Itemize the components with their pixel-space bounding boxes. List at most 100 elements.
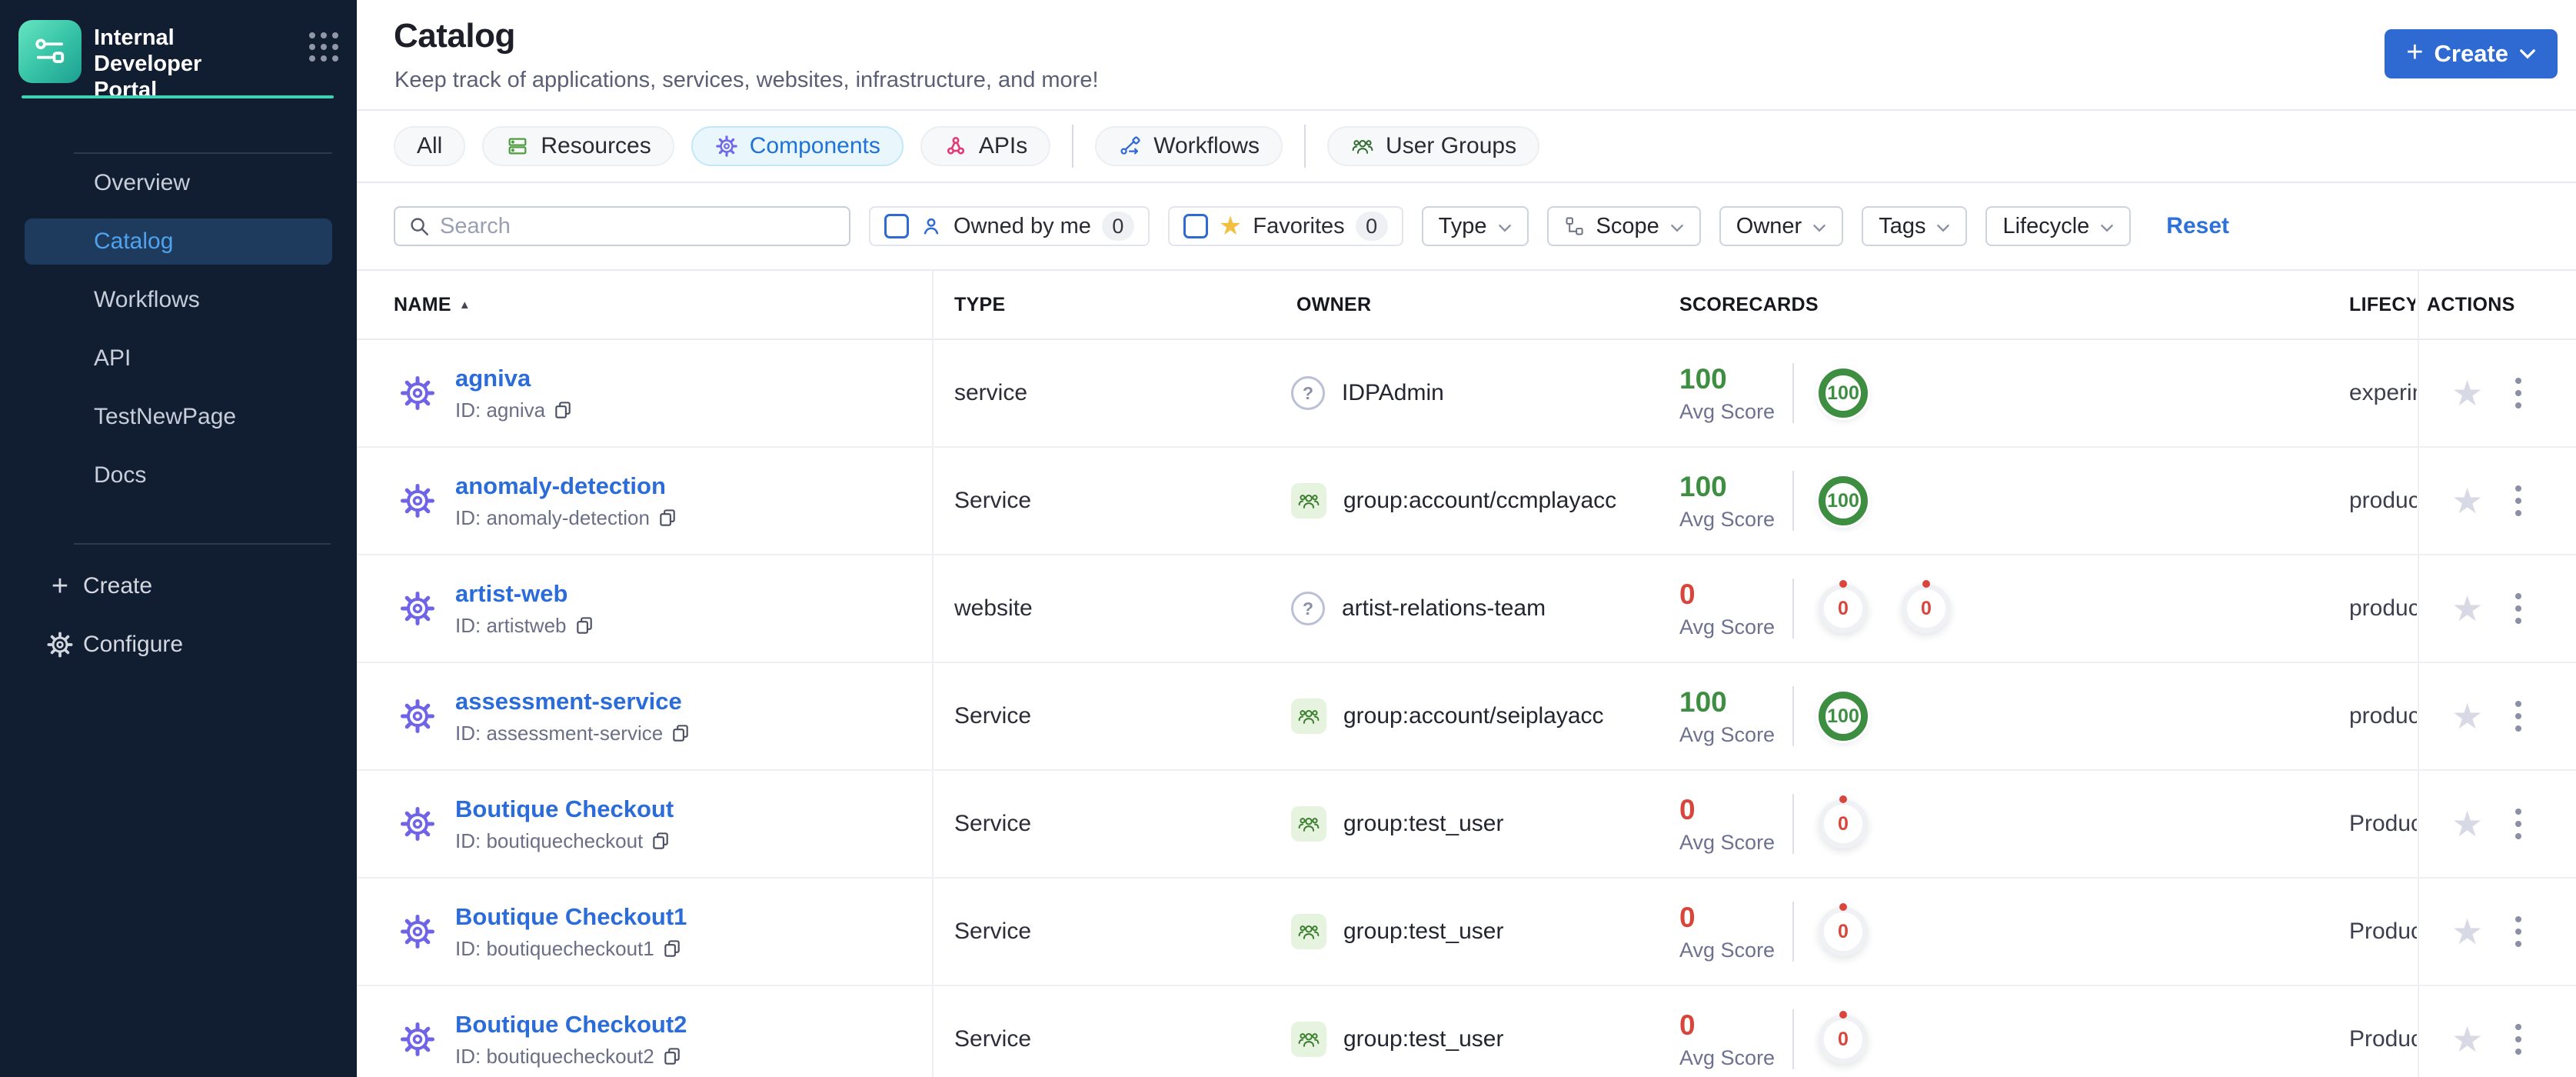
copy-id-icon[interactable] [657, 508, 678, 528]
copy-id-icon[interactable] [662, 939, 683, 959]
copy-id-icon[interactable] [662, 1046, 683, 1067]
tab-resources[interactable]: Resources [482, 126, 674, 166]
filter-label: Type [1438, 213, 1487, 238]
filter-lifecycle[interactable]: Lifecycle [1985, 206, 2132, 246]
page-subtitle: Keep track of applications, services, we… [394, 68, 1099, 92]
group-icon [1291, 1022, 1326, 1057]
favorite-star-icon[interactable]: ★ [2451, 1022, 2483, 1057]
filter-scope[interactable]: Scope [1546, 206, 1701, 246]
tab-user-groups[interactable]: User Groups [1327, 126, 1540, 166]
entity-lifecycle: production [2349, 703, 2417, 729]
copy-id-icon[interactable] [574, 615, 595, 636]
avg-score-value: 100 [1679, 685, 1727, 718]
entity-owner: artist-relations-team [1342, 595, 1546, 621]
component-gear-icon [399, 805, 436, 842]
favorites-checkbox[interactable] [1183, 214, 1208, 238]
entity-id: ID: agniva [455, 398, 546, 422]
filter-tags[interactable]: Tags [1862, 206, 1968, 246]
score-divider [1792, 1009, 1794, 1069]
entity-name-link[interactable]: artist-web [455, 580, 595, 608]
filterbar: Owned by me 0 ★ Favorites 0 Type Scope Ow… [357, 183, 2576, 271]
owned-by-me-checkbox[interactable] [884, 214, 909, 238]
sort-asc-icon: ▲ [458, 298, 471, 312]
tab-all[interactable]: All [394, 126, 466, 166]
entity-lifecycle: Production [2349, 1026, 2417, 1052]
favorite-star-icon[interactable]: ★ [2451, 375, 2483, 411]
unknown-owner-icon: ? [1291, 592, 1325, 625]
sidebar-item-create[interactable]: + Create [0, 557, 357, 615]
copy-id-icon[interactable] [671, 723, 691, 744]
sidebar-item-docs[interactable]: Docs [0, 446, 357, 505]
score-divider [1792, 902, 1794, 962]
sidebar-item-overview[interactable]: Overview [0, 154, 357, 212]
chevron-down-icon [1936, 224, 1950, 232]
table-row: agniva ID: agniva service ? IDPAdmin 100… [357, 340, 2576, 448]
entity-owner: group:test_user [1343, 919, 1504, 944]
favorites-filter[interactable]: ★ Favorites 0 [1167, 206, 1403, 246]
sidebar-item-testnewpage[interactable]: TestNewPage [0, 388, 357, 446]
filter-label: Scope [1596, 213, 1659, 238]
row-menu-kebab-icon[interactable] [2512, 590, 2524, 627]
tab-workflows[interactable]: Workflows [1095, 126, 1283, 166]
favorite-star-icon[interactable]: ★ [2451, 806, 2483, 842]
entity-name-link[interactable]: agniva [455, 365, 574, 392]
copy-id-icon[interactable] [553, 400, 574, 421]
row-menu-kebab-icon[interactable] [2512, 1021, 2524, 1058]
entity-name-link[interactable]: anomaly-detection [455, 472, 678, 500]
tab-divider [1304, 125, 1306, 168]
create-button[interactable]: + Create [2385, 29, 2558, 78]
sidebar-item-configure[interactable]: Configure [0, 615, 357, 674]
avg-score-value: 0 [1679, 578, 1696, 610]
entity-owner: group:test_user [1343, 811, 1504, 836]
row-menu-kebab-icon[interactable] [2512, 698, 2524, 735]
score-divider [1792, 363, 1794, 423]
api-icon [944, 134, 968, 158]
entity-id: ID: boutiquecheckout2 [455, 1044, 654, 1068]
apps-grid-icon[interactable] [309, 32, 338, 62]
row-menu-kebab-icon[interactable] [2512, 375, 2524, 412]
search-box[interactable] [394, 206, 850, 246]
group-icon [1291, 914, 1326, 949]
row-menu-kebab-icon[interactable] [2512, 913, 2524, 950]
workflow-icon [1118, 134, 1143, 158]
avg-score-label: Avg Score [1679, 615, 1776, 639]
entity-id: ID: boutiquecheckout [455, 829, 644, 852]
entity-name-link[interactable]: assessment-service [455, 688, 691, 715]
sidebar-item-api[interactable]: API [0, 329, 357, 388]
row-menu-kebab-icon[interactable] [2512, 805, 2524, 842]
hierarchy-icon [1564, 215, 1586, 237]
avg-score-label: Avg Score [1679, 938, 1776, 962]
sidebar-item-catalog[interactable]: Catalog [0, 212, 357, 271]
tab-label: Components [749, 133, 880, 158]
users-icon [1350, 134, 1375, 158]
column-divider [932, 271, 934, 1077]
favorite-star-icon[interactable]: ★ [2451, 914, 2483, 949]
favorite-star-icon[interactable]: ★ [2451, 591, 2483, 626]
owned-by-me-filter[interactable]: Owned by me 0 [869, 206, 1150, 246]
filter-label: Owner [1736, 213, 1802, 238]
row-menu-kebab-icon[interactable] [2512, 482, 2524, 519]
tab-apis[interactable]: APIs [920, 126, 1051, 166]
filter-owner[interactable]: Owner [1719, 206, 1844, 246]
column-header-name[interactable]: NAME ▲ [394, 271, 471, 338]
favorites-count-badge: 0 [1355, 212, 1388, 241]
column-header-type: TYPE [954, 293, 1006, 315]
favorite-star-icon[interactable]: ★ [2451, 483, 2483, 518]
entity-name-link[interactable]: Boutique Checkout1 [455, 903, 687, 931]
sidebar: Internal Developer Portal Overview Catalo… [0, 0, 357, 1077]
chevron-down-icon [1812, 224, 1826, 232]
sidebar-item-workflows[interactable]: Workflows [0, 271, 357, 329]
copy-id-icon[interactable] [651, 831, 671, 852]
entity-name-link[interactable]: Boutique Checkout [455, 795, 674, 823]
entity-id: ID: boutiquecheckout1 [455, 936, 654, 960]
filter-type[interactable]: Type [1421, 206, 1529, 246]
app-title: Internal Developer Portal [94, 25, 202, 102]
favorite-star-icon[interactable]: ★ [2451, 699, 2483, 734]
search-input[interactable] [440, 213, 837, 239]
tab-components[interactable]: Components [691, 126, 904, 166]
entity-name-link[interactable]: Boutique Checkout2 [455, 1011, 687, 1039]
scorecard-ring: 0 [1819, 580, 1868, 633]
reset-filters-link[interactable]: Reset [2166, 213, 2229, 239]
column-divider [2418, 271, 2419, 1077]
tab-label: Workflows [1153, 133, 1260, 158]
